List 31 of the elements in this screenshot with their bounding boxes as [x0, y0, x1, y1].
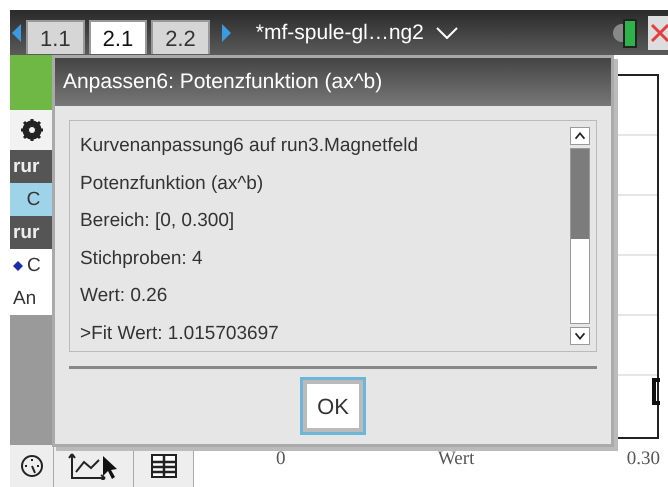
axis-label: Wert [438, 447, 474, 471]
gauge-icon[interactable] [20, 454, 44, 478]
result-line: Potenzfunktion (ax^b) [80, 172, 264, 196]
close-icon[interactable] [648, 16, 668, 50]
result-line: Wert: 0.26 [80, 284, 168, 308]
battery-icon [612, 16, 640, 48]
table-icon[interactable] [150, 454, 176, 478]
result-line: Stichproben: 4 [80, 246, 204, 270]
previous-arrow-icon[interactable] [12, 24, 22, 42]
result-line: Kurvenanpassung6 auf run3.Magnetfeld [80, 134, 420, 158]
result-line: >Fit Wert: 1.015703697 [80, 322, 280, 346]
axis-label: 0 [276, 447, 286, 471]
settings-icon[interactable] [21, 119, 43, 141]
table-cell: An [10, 282, 54, 315]
scroll-down-icon[interactable] [570, 327, 590, 345]
next-arrow-icon[interactable] [222, 24, 232, 42]
column-header: rur [10, 150, 54, 183]
scrollbar[interactable] [570, 148, 590, 324]
page-tab[interactable]: 1.1 [26, 20, 85, 54]
ok-button[interactable]: OK [300, 377, 366, 435]
document-title[interactable]: *mf-spule-gl…ng2 [256, 16, 424, 48]
page-tab[interactable]: 2.2 [151, 20, 210, 54]
page-tab[interactable]: 2.1 [88, 20, 148, 54]
dialog-title: Anpassen6: Potenzfunktion (ax^b) [55, 58, 611, 106]
diamond-icon [13, 260, 23, 270]
table-cell: C [10, 183, 54, 216]
scroll-up-icon[interactable] [570, 127, 590, 145]
table-cell-text: C [27, 254, 41, 278]
column-header: rur [10, 216, 54, 249]
axis-label: 0.30 [626, 447, 660, 471]
result-line: Bereich: [0, 0.300] [80, 209, 236, 233]
